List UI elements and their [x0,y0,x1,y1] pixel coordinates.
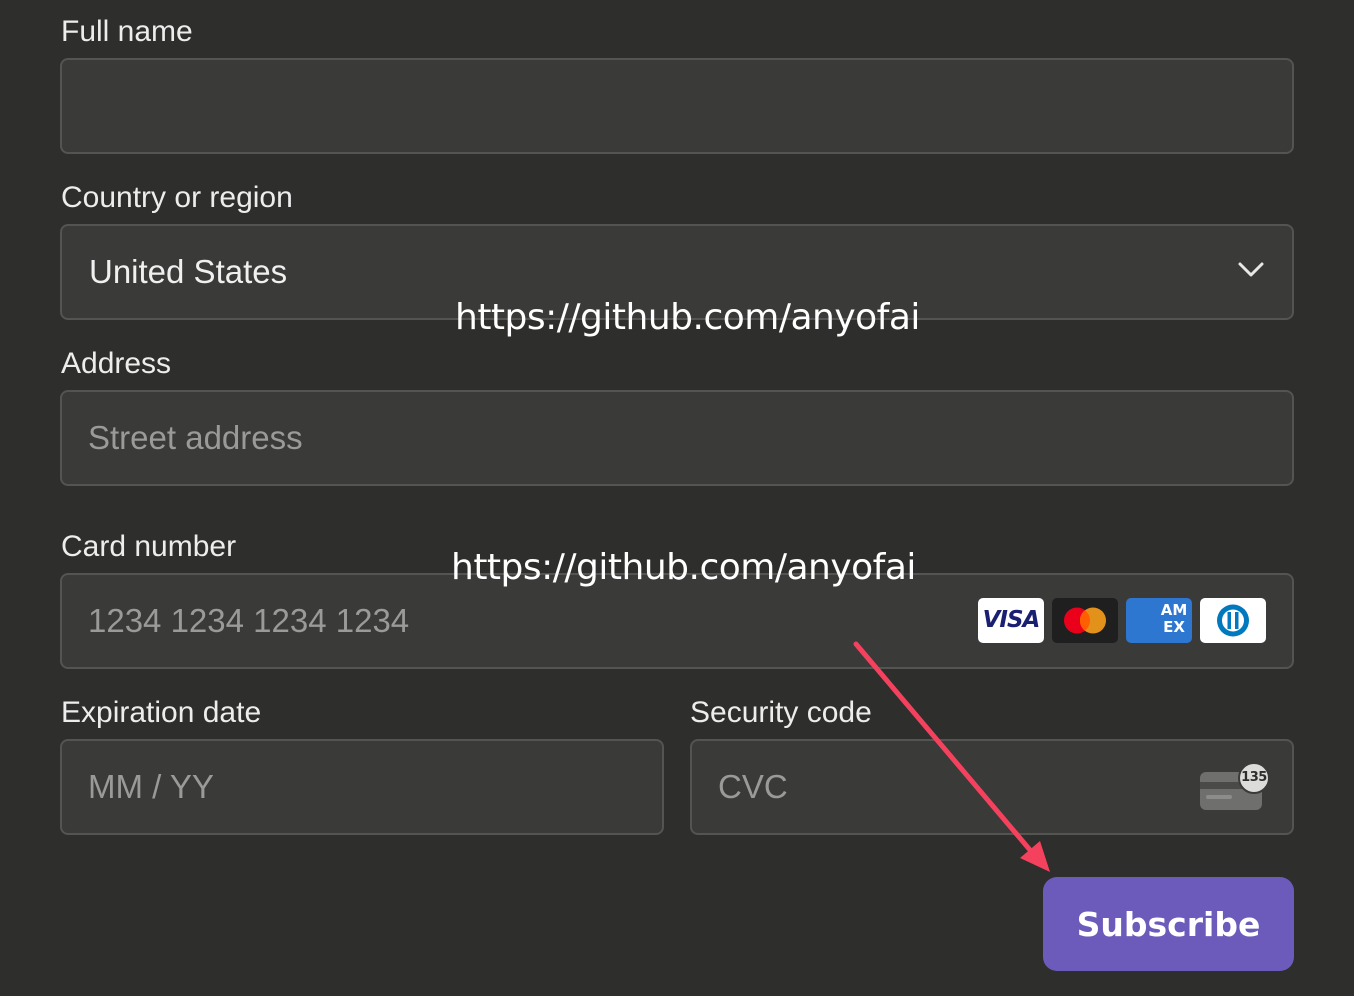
amex-icon: AM EX [1126,598,1192,643]
security-code-label: Security code [690,696,872,729]
expiration-date-input[interactable] [88,741,628,833]
full-name-input[interactable] [88,60,1258,152]
visa-icon: VISA [978,598,1044,643]
street-address-input[interactable] [88,392,1258,484]
watermark-text: https://github.com/anyofai [455,297,920,338]
chevron-down-icon [1238,262,1264,277]
diners-club-icon [1200,598,1266,643]
expiration-date-field[interactable] [60,739,664,835]
address-field[interactable] [60,390,1294,486]
cvc-input[interactable] [718,741,1188,833]
card-number-label: Card number [61,530,237,563]
subscribe-button[interactable]: Subscribe [1043,877,1294,971]
mastercard-icon [1052,598,1118,643]
security-code-field[interactable]: 135 [690,739,1294,835]
cvc-card-icon: 135 [1200,762,1270,810]
country-selected-value: United States [89,253,288,290]
watermark-text: https://github.com/anyofai [451,547,916,588]
card-brand-logos: VISA AM EX [978,598,1266,643]
full-name-field[interactable] [60,58,1294,154]
full-name-label: Full name [61,15,193,48]
card-number-input[interactable] [88,575,968,667]
country-label: Country or region [61,181,293,214]
address-label: Address [61,347,172,380]
expiration-date-label: Expiration date [61,696,262,729]
